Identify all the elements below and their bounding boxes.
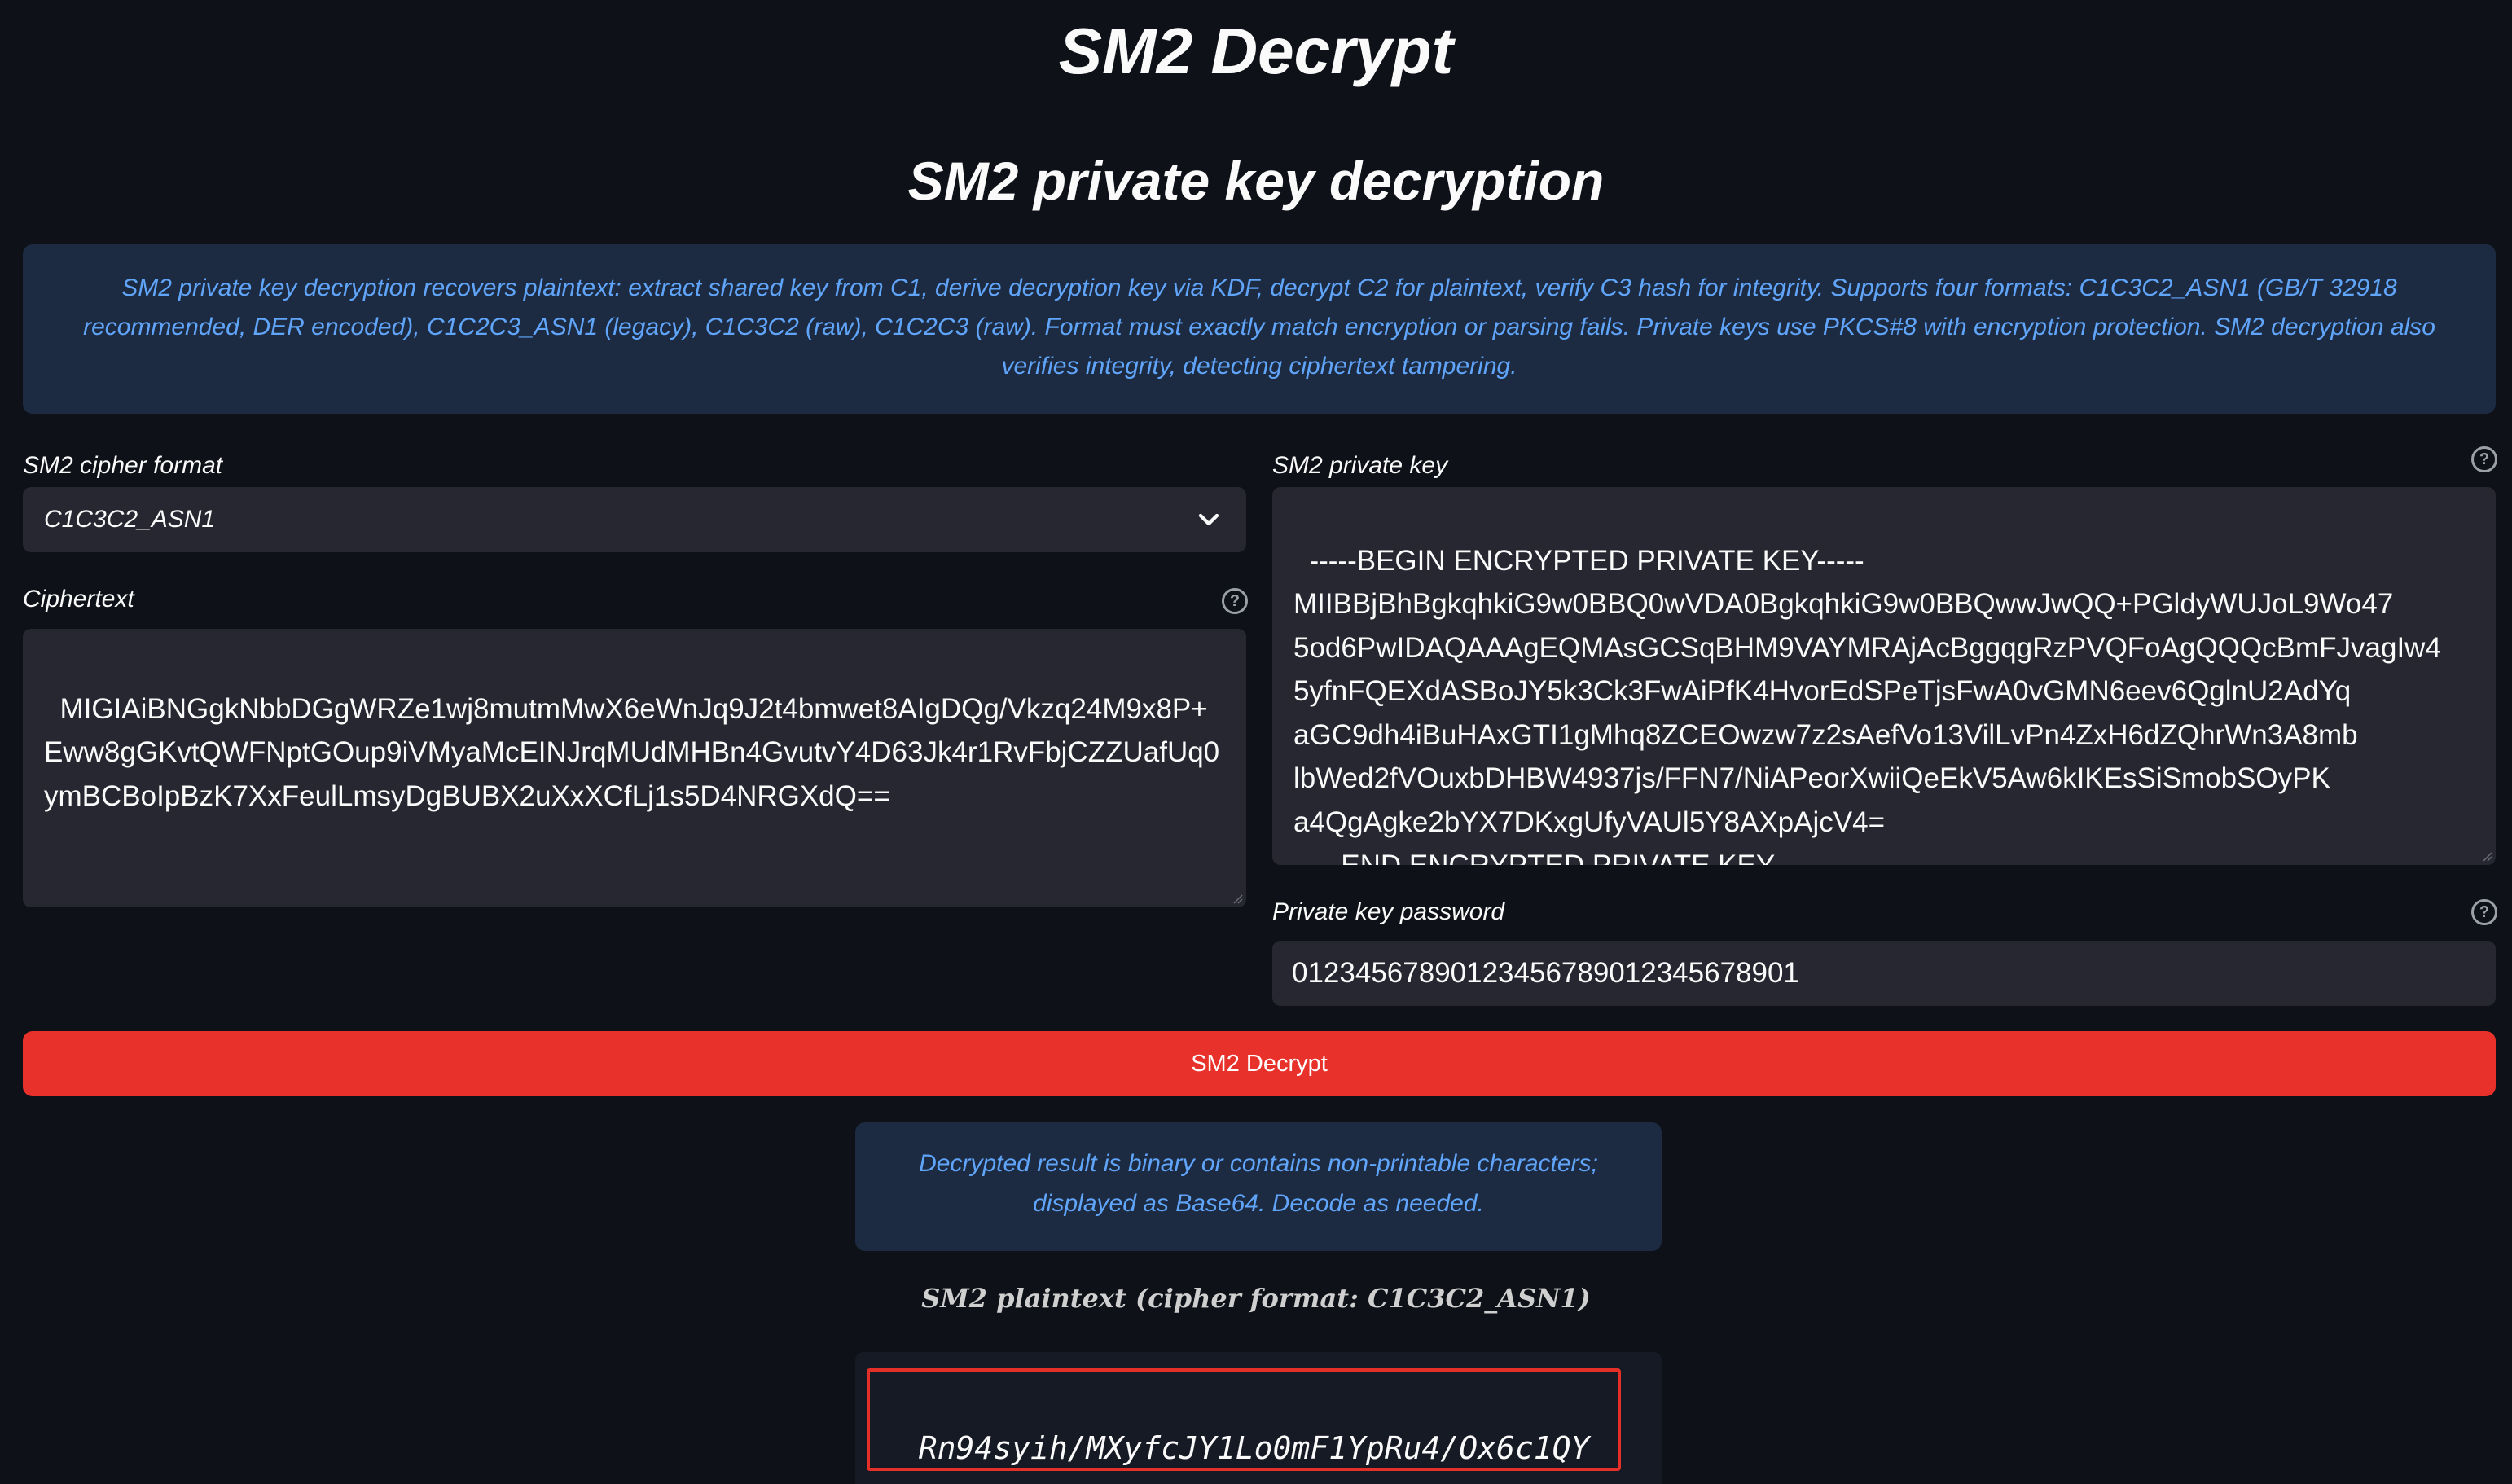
password-help-icon[interactable]: ?: [2471, 899, 2497, 925]
plaintext-output-value: Rn94syih/MXyfcJY1Lo0mF1YpRu4/Ox6c1QYSxT6…: [918, 1430, 1590, 1466]
description-text: SM2 private key decryption recovers plai…: [83, 274, 2435, 380]
description-info-box: SM2 private key decryption recovers plai…: [23, 244, 2496, 414]
section-title: SM2 private key decryption: [907, 151, 1605, 211]
result-notice-text: Decrypted result is binary or contains n…: [919, 1150, 1598, 1217]
plaintext-output[interactable]: Rn94syih/MXyfcJY1Lo0mF1YpRu4/Ox6c1QYSxT6…: [867, 1368, 1621, 1471]
page-title: SM2 Decrypt: [1058, 15, 1454, 87]
chevron-down-icon: [1198, 513, 1219, 526]
private-key-label: SM2 private key: [1272, 452, 1448, 479]
resize-grip-icon[interactable]: [1230, 891, 1243, 904]
decrypt-button[interactable]: SM2 Decrypt: [23, 1031, 2496, 1096]
password-value: 01234567890123456789012345678901: [1292, 957, 1799, 989]
private-key-textarea[interactable]: -----BEGIN ENCRYPTED PRIVATE KEY----- MI…: [1272, 487, 2496, 865]
resize-grip-icon[interactable]: [2479, 849, 2492, 862]
private-key-value: -----BEGIN ENCRYPTED PRIVATE KEY----- MI…: [1293, 544, 2441, 866]
ciphertext-label: Ciphertext: [23, 586, 134, 612]
ciphertext-value: MIGIAiBNGgkNbbDGgWRZe1wj8mutmMwX6eWnJq9J…: [44, 692, 1220, 812]
result-notice-box: Decrypted result is binary or contains n…: [855, 1122, 1662, 1251]
ciphertext-help-icon[interactable]: ?: [1222, 588, 1248, 614]
decrypt-button-label: SM2 Decrypt: [1191, 1050, 1328, 1077]
ciphertext-textarea[interactable]: MIGIAiBNGgkNbbDGgWRZe1wj8mutmMwX6eWnJq9J…: [23, 629, 1246, 907]
plaintext-heading: SM2 plaintext (cipher format: C1C3C2_ASN…: [921, 1283, 1591, 1314]
cipher-format-value: C1C3C2_ASN1: [44, 506, 216, 533]
cipher-format-select[interactable]: C1C3C2_ASN1: [23, 487, 1246, 552]
password-input[interactable]: 01234567890123456789012345678901: [1272, 941, 2496, 1006]
password-label: Private key password: [1272, 898, 1505, 925]
cipher-format-label: SM2 cipher format: [23, 452, 223, 479]
private-key-help-icon[interactable]: ?: [2471, 446, 2497, 472]
